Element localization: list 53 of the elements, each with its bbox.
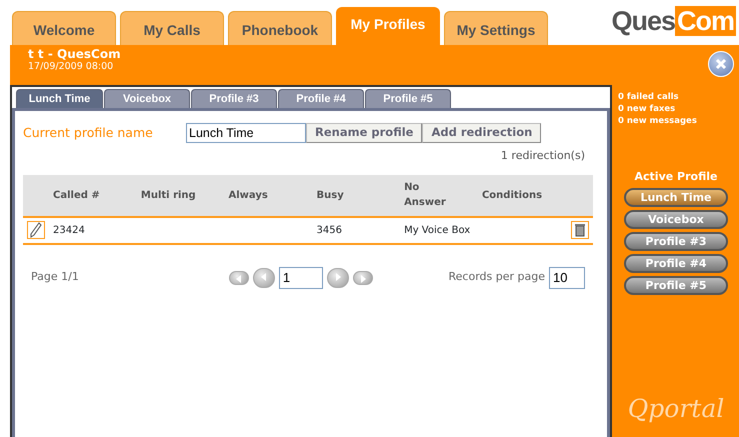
column-header: Called # bbox=[53, 190, 100, 200]
action-button[interactable]: Rename profile bbox=[306, 123, 422, 143]
prev-page-button[interactable] bbox=[252, 268, 275, 288]
profile-tab[interactable]: Profile #3 bbox=[191, 89, 277, 108]
table-cell: 23424 bbox=[53, 224, 85, 236]
nav-tab[interactable]: My Calls bbox=[120, 11, 224, 45]
next-page-button[interactable] bbox=[326, 268, 349, 288]
brand-logo: Qportal bbox=[626, 394, 726, 423]
profile-button[interactable]: Profile #3 bbox=[624, 232, 728, 250]
last-page-button[interactable] bbox=[352, 270, 373, 284]
nav-tab[interactable]: My Settings bbox=[444, 11, 548, 45]
profile-name-field[interactable]: Lunch Time bbox=[186, 123, 306, 143]
user-name: t t - QuesCom bbox=[28, 48, 122, 61]
left-arrow-icon bbox=[260, 273, 268, 282]
profile-button[interactable]: Lunch Time bbox=[624, 188, 728, 206]
date-time: 17/09/2009 08:00 bbox=[28, 61, 114, 72]
page-indicator: Page 1/1 bbox=[31, 269, 79, 286]
edit-button[interactable] bbox=[27, 221, 45, 239]
right-arrow-icon bbox=[334, 273, 342, 282]
profile-tab[interactable]: Voicebox bbox=[104, 89, 190, 108]
column-header: No Answer bbox=[404, 182, 446, 208]
column-header: Multi ring bbox=[140, 190, 196, 200]
profile-tab[interactable]: Profile #5 bbox=[365, 89, 451, 108]
records-label: Records per page bbox=[448, 269, 545, 286]
page-field[interactable]: 1 bbox=[278, 266, 323, 288]
stat-line: 0 new faxes bbox=[618, 103, 676, 115]
column-header: Busy bbox=[316, 190, 344, 200]
close-icon bbox=[715, 58, 727, 70]
redirection-count: 1 redirection(s) bbox=[500, 149, 585, 162]
profile-tab[interactable]: Lunch Time bbox=[16, 89, 103, 108]
profile-button[interactable]: Voicebox bbox=[624, 210, 728, 228]
table-cell: 3456 bbox=[316, 224, 342, 236]
nav-tab[interactable]: Welcome bbox=[12, 11, 116, 45]
field-label: Current profile name bbox=[23, 124, 154, 142]
stat-line: 0 failed calls bbox=[618, 91, 680, 103]
action-button[interactable]: Add redirection bbox=[422, 123, 542, 143]
records-field[interactable]: 10 bbox=[549, 266, 585, 288]
section-title: Active Profile bbox=[634, 169, 718, 185]
right-arrow-icon bbox=[358, 275, 367, 284]
close-button[interactable] bbox=[708, 51, 734, 77]
profile-button[interactable]: Profile #4 bbox=[624, 254, 728, 272]
profile-button[interactable]: Profile #5 bbox=[624, 276, 728, 294]
stat-line: 0 new messages bbox=[618, 115, 698, 127]
nav-tab[interactable]: My Profiles bbox=[336, 7, 440, 45]
delete-button[interactable] bbox=[571, 221, 589, 239]
profile-tab[interactable]: Profile #4 bbox=[278, 89, 364, 108]
logo: QuesCom bbox=[611, 6, 736, 37]
nav-tab[interactable]: Phonebook bbox=[228, 11, 332, 45]
first-page-button[interactable] bbox=[228, 270, 249, 284]
column-header: Conditions bbox=[482, 190, 542, 200]
table-cell: My Voice Box bbox=[404, 224, 470, 236]
column-header: Always bbox=[228, 190, 268, 200]
left-arrow-icon bbox=[234, 275, 243, 284]
